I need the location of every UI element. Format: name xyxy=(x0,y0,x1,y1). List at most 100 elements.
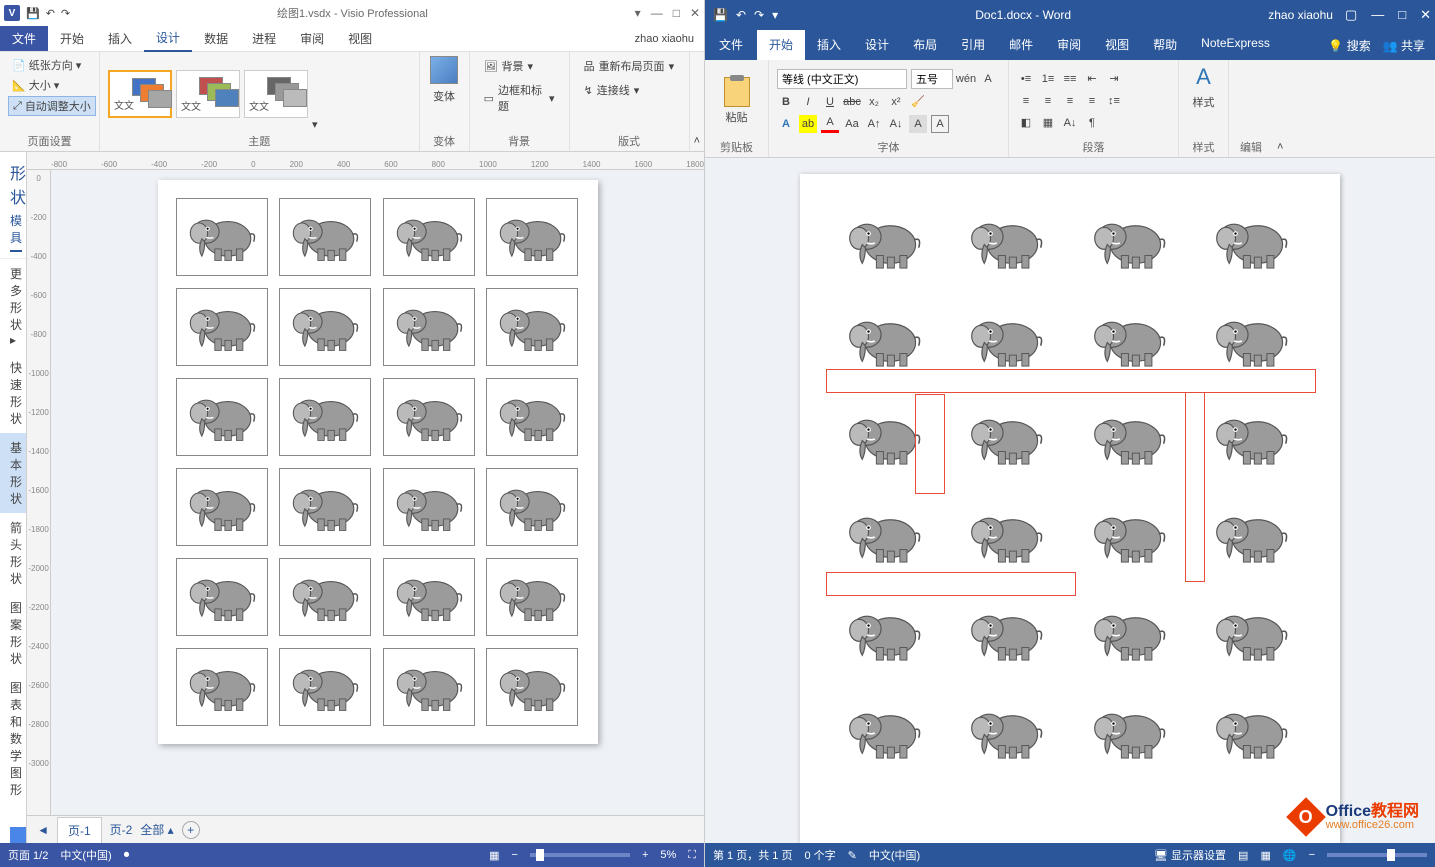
share-button[interactable]: 👥 共享 xyxy=(1383,37,1425,54)
elephant-cell[interactable] xyxy=(279,288,371,366)
ribbon-options-icon[interactable]: ▾ xyxy=(635,6,641,20)
align-right-icon[interactable]: ≡ xyxy=(1061,92,1079,110)
elephant-cell[interactable] xyxy=(383,198,475,276)
word-tab-insert[interactable]: 插入 xyxy=(805,30,853,60)
visio-canvas[interactable]: 0-200-400-600-800-1000-1200-1400-1600-18… xyxy=(27,170,704,815)
zoom-out[interactable]: − xyxy=(1309,849,1315,861)
add-page-button[interactable]: + xyxy=(182,821,200,839)
elephant-cell[interactable] xyxy=(834,692,934,774)
elephant-cell[interactable] xyxy=(957,300,1057,382)
styles-button[interactable]: 样式 xyxy=(1193,94,1215,110)
elephant-cell[interactable] xyxy=(486,558,578,636)
elephant-cell[interactable] xyxy=(383,558,475,636)
zoom-out[interactable]: − xyxy=(512,849,518,861)
elephant-cell[interactable] xyxy=(383,648,475,726)
align-center-icon[interactable]: ≡ xyxy=(1039,92,1057,110)
elephant-cell[interactable] xyxy=(176,288,268,366)
display-settings[interactable]: 🖥 显示器设置 xyxy=(1154,847,1226,863)
clear-format-icon[interactable]: 🧹 xyxy=(909,93,927,111)
word-tab-design[interactable]: 设计 xyxy=(853,30,901,60)
close-icon[interactable]: ✕ xyxy=(690,6,700,20)
pagetab-prev-icon[interactable]: ◄ xyxy=(37,823,49,837)
elephant-cell[interactable] xyxy=(1202,496,1302,578)
minimize-icon[interactable]: — xyxy=(1371,7,1384,23)
weblayout-icon[interactable]: 🌐 xyxy=(1283,849,1297,862)
font-family-select[interactable] xyxy=(777,69,907,89)
elephant-cell[interactable] xyxy=(279,378,371,456)
shapes-sec-patterns[interactable]: 图案形状 xyxy=(0,593,26,673)
visio-user[interactable]: zhao xiaohu xyxy=(635,33,694,45)
elephant-cell[interactable] xyxy=(176,558,268,636)
maximize-icon[interactable]: □ xyxy=(673,6,680,20)
subscript-icon[interactable]: x₂ xyxy=(865,93,883,111)
word-tab-file[interactable]: 文件 xyxy=(705,30,757,60)
theme-swatch-1[interactable]: 文文 xyxy=(108,70,172,118)
zoom-in[interactable]: + xyxy=(642,849,648,861)
relayout-button[interactable]: 品 重新布局页面 ▾ xyxy=(578,56,681,76)
tab-file[interactable]: 文件 xyxy=(0,26,48,51)
elephant-cell[interactable] xyxy=(1079,398,1179,480)
shapes-sec-more[interactable]: 更多形状 ▸ xyxy=(0,259,26,353)
collapse-ribbon-icon[interactable]: ˄ xyxy=(694,135,700,147)
elephant-cell[interactable] xyxy=(176,378,268,456)
page-tab-1[interactable]: 页-1 xyxy=(57,817,102,843)
styles-icon[interactable]: A xyxy=(1196,64,1211,90)
visio-tab-view[interactable]: 视图 xyxy=(336,26,384,51)
text-effects-icon[interactable]: A xyxy=(777,115,795,133)
elephant-cell[interactable] xyxy=(1079,594,1179,676)
sort-icon[interactable]: A↓ xyxy=(1061,114,1079,132)
font-size-select[interactable] xyxy=(911,69,953,89)
status-words[interactable]: 0 个字 xyxy=(804,847,835,863)
superscript-icon[interactable]: x² xyxy=(887,93,905,111)
elephant-cell[interactable] xyxy=(957,692,1057,774)
redo-icon[interactable]: ↷ xyxy=(754,8,764,22)
close-icon[interactable]: ✕ xyxy=(1420,7,1431,23)
word-tab-layout[interactable]: 布局 xyxy=(901,30,949,60)
word-user[interactable]: zhao xiaohu xyxy=(1268,8,1345,22)
word-tab-noteexpress[interactable]: NoteExpress xyxy=(1189,30,1282,60)
page-tab-2[interactable]: 页-2 xyxy=(110,821,133,838)
elephant-cell[interactable] xyxy=(834,202,934,284)
theme-swatch-2[interactable]: 文文 xyxy=(176,70,240,118)
align-justify-icon[interactable]: ≡ xyxy=(1083,92,1101,110)
word-tab-mailings[interactable]: 邮件 xyxy=(997,30,1045,60)
bold-icon[interactable]: B xyxy=(777,93,795,111)
elephant-cell[interactable] xyxy=(176,468,268,546)
elephant-cell[interactable] xyxy=(486,378,578,456)
elephant-cell[interactable] xyxy=(486,288,578,366)
multilevel-icon[interactable]: ≡≡ xyxy=(1061,70,1079,88)
elephant-cell[interactable] xyxy=(834,594,934,676)
word-tab-review[interactable]: 审阅 xyxy=(1045,30,1093,60)
redo-icon[interactable]: ↷ xyxy=(61,7,70,20)
tell-me[interactable]: 💡 搜索 xyxy=(1328,37,1370,54)
elephant-cell[interactable] xyxy=(383,288,475,366)
visio-tab-insert[interactable]: 插入 xyxy=(96,26,144,51)
readmode-icon[interactable]: ▤ xyxy=(1238,849,1248,862)
align-left-icon[interactable]: ≡ xyxy=(1017,92,1035,110)
presentation-icon[interactable]: ▦ xyxy=(489,849,499,862)
elephant-cell[interactable] xyxy=(957,202,1057,284)
shapes-sec-arrows[interactable]: 箭头形状 xyxy=(0,513,26,593)
word-page[interactable] xyxy=(800,174,1340,843)
elephant-cell[interactable] xyxy=(1079,692,1179,774)
char-border-icon[interactable]: A xyxy=(931,115,949,133)
shape-rectangle[interactable]: 矩形 xyxy=(10,810,16,843)
strike-icon[interactable]: abc xyxy=(843,93,861,111)
elephant-cell[interactable] xyxy=(1202,692,1302,774)
visio-drawing-page[interactable] xyxy=(158,180,598,744)
connectors-button[interactable]: ↯ 连接线 ▾ xyxy=(578,80,646,100)
elephant-cell[interactable] xyxy=(1079,202,1179,284)
elephant-cell[interactable] xyxy=(1079,496,1179,578)
show-marks-icon[interactable]: ¶ xyxy=(1083,114,1101,132)
word-tab-references[interactable]: 引用 xyxy=(949,30,997,60)
elephant-cell[interactable] xyxy=(834,398,934,480)
visio-tab-design[interactable]: 设计 xyxy=(144,25,192,52)
status-page[interactable]: 第 1 页，共 1 页 xyxy=(713,847,792,863)
shrink-icon[interactable]: A↓ xyxy=(887,115,905,133)
elephant-cell[interactable] xyxy=(957,398,1057,480)
zoom-pct[interactable]: 5% xyxy=(660,849,676,861)
border-title-button[interactable]: ▭ 边框和标题 ▾ xyxy=(478,80,561,116)
orientation-button[interactable]: 📄 纸张方向 ▾ xyxy=(8,56,85,74)
inc-indent-icon[interactable]: ⇥ xyxy=(1105,70,1123,88)
elephant-cell[interactable] xyxy=(486,648,578,726)
